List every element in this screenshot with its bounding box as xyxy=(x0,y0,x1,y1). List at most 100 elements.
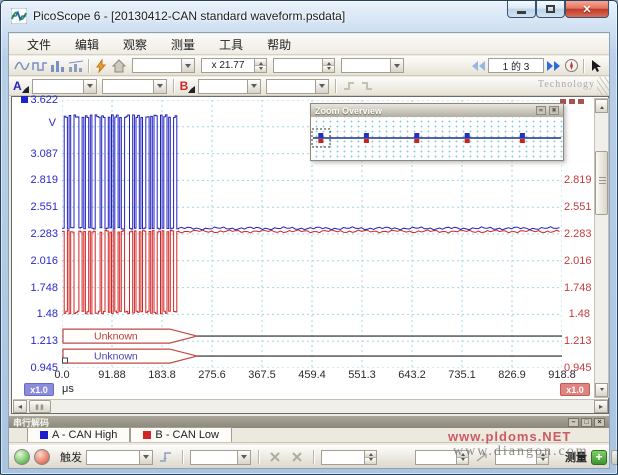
horizontal-scroll-thumb[interactable]: ▮▮ xyxy=(29,400,51,413)
y-tick-label-left: 1.48 xyxy=(14,308,58,320)
zoom-overview-window: Zoom Overview – × xyxy=(310,103,564,161)
scroll-up-button[interactable] xyxy=(595,99,608,113)
window-title: PicoScope 6 - [20130412-CAN standard wav… xyxy=(33,9,345,23)
trigger-source-select[interactable] xyxy=(190,450,251,465)
serial-restore-icon[interactable]: □ xyxy=(581,418,592,427)
serial-close-icon[interactable]: × xyxy=(594,418,605,427)
digital-outputs-icon[interactable] xyxy=(360,78,378,94)
post-trigger-input[interactable] xyxy=(495,450,549,465)
timebase-select[interactable] xyxy=(132,58,195,73)
x-tick-label: 91.88 xyxy=(90,369,134,381)
zoom-overview-titlebar[interactable]: Zoom Overview – × xyxy=(311,104,563,117)
zoom-overview-body[interactable] xyxy=(311,117,563,160)
channel-a-axis-marker xyxy=(21,96,28,103)
channel-a-coupling-select[interactable] xyxy=(102,79,167,94)
zoom-overview-close-icon[interactable]: × xyxy=(549,106,559,115)
zoom-factor-input[interactable]: x 21.77 xyxy=(201,58,267,73)
channel-a-label[interactable]: A xyxy=(13,79,29,93)
resolution-select[interactable] xyxy=(341,58,404,73)
trigger-arrow-icon[interactable] xyxy=(473,449,491,465)
level-down-button[interactable] xyxy=(365,457,376,464)
next-buffer-icon[interactable] xyxy=(544,58,562,74)
zoom-overview-minimize-icon[interactable]: – xyxy=(536,106,546,115)
add-measurement-button[interactable]: + xyxy=(591,450,607,465)
trigger-mode-select[interactable] xyxy=(86,450,153,465)
menu-item[interactable]: 工具 xyxy=(207,34,255,55)
mixed-view-icon[interactable] xyxy=(67,58,85,74)
buffer-navigator-icon[interactable] xyxy=(562,58,580,74)
x-tick-label: 459.4 xyxy=(290,369,334,381)
post-down-button[interactable] xyxy=(537,457,548,464)
y-tick-label-right: 1.748 xyxy=(564,282,590,294)
horizontal-scrollbar[interactable]: ◂ ▮▮ ▸ xyxy=(13,399,608,413)
vertical-scroll-thumb[interactable] xyxy=(595,151,608,215)
scope-view-icon[interactable] xyxy=(13,58,31,74)
spectrum-view-icon[interactable] xyxy=(49,58,67,74)
prev-buffer-icon[interactable] xyxy=(470,58,488,74)
y-tick-label-right: 1.213 xyxy=(564,335,590,347)
menu-item[interactable]: 帮助 xyxy=(255,34,303,55)
minimize-button[interactable] xyxy=(507,1,536,18)
y-tick-label-right: 2.016 xyxy=(564,255,590,267)
stop-capture-button[interactable] xyxy=(34,449,50,465)
start-capture-button[interactable] xyxy=(14,449,30,465)
pico-logo-hatch xyxy=(597,77,609,95)
trigger-edge-icon[interactable] xyxy=(157,449,175,465)
cursor-x1-icon[interactable] xyxy=(266,449,284,465)
x-scale-badge-right[interactable]: x1.0 xyxy=(560,383,590,396)
x-tick-label: 551.3 xyxy=(340,369,384,381)
digital-inputs-icon[interactable] xyxy=(342,78,360,94)
menu-item[interactable]: 文件 xyxy=(15,34,63,55)
decode-tab[interactable]: B - CAN Low xyxy=(130,427,232,442)
channel-b-label[interactable]: B xyxy=(180,79,196,93)
x-tick-label: 826.9 xyxy=(490,369,534,381)
measurements-label: 测量 xyxy=(565,449,587,465)
channel-toolbar: A B Technology xyxy=(9,77,609,96)
trigger-level-input[interactable] xyxy=(321,450,377,465)
svg-text:Unknown: Unknown xyxy=(94,351,138,363)
y-tick-label-right: 2.819 xyxy=(564,174,590,186)
restore-button[interactable] xyxy=(536,1,565,18)
x-scale-badge-left[interactable]: x1.0 xyxy=(24,383,54,396)
samples-input[interactable] xyxy=(273,58,335,73)
zoom-down-button[interactable] xyxy=(255,65,266,72)
buffer-indicator[interactable]: 1 的 3 xyxy=(488,58,544,73)
pre-trigger-input[interactable] xyxy=(415,450,469,465)
persistence-view-icon[interactable] xyxy=(31,58,49,74)
y-tick-label-right: 2.551 xyxy=(564,201,590,213)
scroll-down-button[interactable] xyxy=(595,383,608,397)
close-button[interactable]: ✕ xyxy=(565,1,609,18)
channel-color-swatch xyxy=(143,431,151,439)
samples-down-button[interactable] xyxy=(323,65,334,72)
menu-item[interactable]: 编辑 xyxy=(63,34,111,55)
scroll-right-button[interactable]: ▸ xyxy=(594,400,608,413)
pointer-tool-icon[interactable] xyxy=(587,58,605,74)
y-tick-label-left: 3.622 xyxy=(14,94,58,106)
menu-item[interactable]: 观察 xyxy=(111,34,159,55)
menu-item[interactable]: 测量 xyxy=(159,34,207,55)
main-toolbar: x 21.77 1 的 3 xyxy=(9,56,609,76)
pre-down-button[interactable] xyxy=(457,457,468,464)
scroll-left-button[interactable]: ◂ xyxy=(13,400,27,413)
decode-tab[interactable]: A - CAN High xyxy=(27,427,130,442)
home-icon[interactable] xyxy=(110,58,128,74)
x-tick-label: 367.5 xyxy=(240,369,284,381)
serial-minimize-icon[interactable]: – xyxy=(568,418,579,427)
title-bar[interactable]: PicoScope 6 - [20130412-CAN standard wav… xyxy=(1,1,617,31)
x-tick-label: 735.1 xyxy=(440,369,484,381)
channel-b-coupling-select[interactable] xyxy=(266,79,329,94)
decode-tab-bar: A - CAN HighB - CAN Low xyxy=(9,428,609,443)
serial-decode-panel: 串行解码 – □ × A - CAN HighB - CAN Low xyxy=(9,416,609,443)
y-tick-label-left: 2.283 xyxy=(14,228,58,240)
channel-b-range-select[interactable] xyxy=(198,79,261,94)
cursor-x2-icon[interactable] xyxy=(288,449,306,465)
pico-technology-watermark: Technology xyxy=(538,79,595,90)
x-tick-label: 0.0 xyxy=(40,369,84,381)
trigger-toolbar: 触发 测量 + xyxy=(9,445,609,468)
y-tick-label-right: 2.283 xyxy=(564,228,590,240)
svg-text:Unknown: Unknown xyxy=(94,331,138,343)
vertical-scrollbar[interactable] xyxy=(594,98,609,398)
auto-setup-icon[interactable] xyxy=(92,58,110,74)
channel-a-range-select[interactable] xyxy=(32,79,97,94)
remove-measurement-button[interactable] xyxy=(611,450,618,465)
